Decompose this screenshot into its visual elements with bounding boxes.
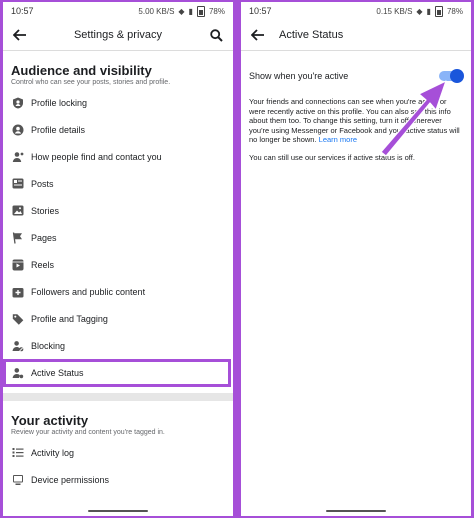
wifi-icon: ◆ [416, 6, 423, 16]
menu-item-label: Blocking [31, 340, 66, 351]
menu-item-profile-tagging[interactable]: Profile and Tagging [3, 305, 233, 332]
battery-icon [196, 5, 205, 17]
active-status-screen: 10:57 0.15 KB/S ◆ ▮ 78% Active Status Sh… [241, 2, 471, 516]
app-bar: Settings & privacy [3, 20, 233, 51]
menu-item-label: Posts [31, 178, 54, 189]
menu-item-profile-locking[interactable]: Profile locking [3, 89, 233, 116]
signal-icon: ▮ [188, 6, 193, 16]
section-title-activity: Your activity [11, 413, 89, 428]
learn-more-link[interactable]: Learn more [319, 135, 357, 144]
active-person-icon [11, 367, 24, 380]
audience-menu: Profile locking Profile details How peop… [3, 89, 233, 387]
activity-menu: Activity log Device permissions [3, 439, 233, 493]
toggle-knob [450, 69, 464, 83]
menu-item-label: Device permissions [31, 474, 110, 485]
menu-item-label: Stories [31, 205, 60, 216]
menu-item-reels[interactable]: Reels [3, 251, 233, 278]
battery-icon [434, 5, 443, 17]
menu-item-label: How people find and contact you [31, 151, 162, 162]
profile-circle-icon [11, 123, 24, 136]
section-subtitle-audience: Control who can see your posts, stories … [11, 79, 171, 86]
search-icon[interactable] [207, 26, 225, 44]
active-status-toggle-row: Show when you're active [241, 67, 471, 85]
menu-item-device-permissions[interactable]: Device permissions [3, 466, 233, 493]
menu-item-posts[interactable]: Posts [3, 170, 233, 197]
menu-item-label: Profile details [31, 124, 86, 135]
section-subtitle-activity: Review your activity and content you're … [11, 429, 165, 436]
menu-item-pages[interactable]: Pages [3, 224, 233, 251]
menu-item-stories[interactable]: Stories [3, 197, 233, 224]
menu-item-active-status[interactable]: Active Status [3, 359, 231, 387]
battery-level: 78% [446, 6, 463, 16]
status-bar: 10:57 5.00 KB/S ◆ ▮ 78% [3, 2, 233, 20]
shield-person-icon [11, 96, 24, 109]
menu-item-followers[interactable]: Followers and public content [3, 278, 233, 305]
page-title: Settings & privacy [73, 29, 163, 41]
menu-item-label: Reels [31, 259, 55, 270]
settings-privacy-screen: 10:57 5.00 KB/S ◆ ▮ 78% Settings & priva… [3, 2, 233, 516]
section-title-audience: Audience and visibility [11, 63, 152, 78]
back-arrow-icon[interactable] [11, 26, 29, 44]
person-add-icon [11, 150, 24, 163]
menu-item-label: Profile locking [31, 97, 88, 108]
toggle-label: Show when you're active [249, 71, 349, 81]
status-time: 10:57 [11, 6, 34, 16]
followers-icon [11, 285, 24, 298]
tag-icon [11, 312, 24, 325]
page-title: Active Status [279, 29, 344, 41]
menu-item-label: Pages [31, 232, 57, 243]
stories-icon [11, 204, 24, 217]
active-status-description: Your friends and connections can see whe… [241, 97, 471, 145]
menu-item-label: Profile and Tagging [31, 313, 108, 324]
list-icon [11, 446, 24, 459]
network-speed: 0.15 KB/S [376, 6, 413, 16]
back-arrow-icon[interactable] [249, 26, 267, 44]
wifi-icon: ◆ [178, 6, 185, 16]
gesture-bar [241, 510, 471, 513]
menu-item-label: Activity log [31, 447, 75, 458]
block-person-icon [11, 339, 24, 352]
menu-item-profile-details[interactable]: Profile details [3, 116, 233, 143]
section-divider [3, 393, 233, 401]
network-speed: 5.00 KB/S [138, 6, 175, 16]
posts-icon [11, 177, 24, 190]
menu-item-label: Active Status [31, 368, 84, 378]
reels-icon [11, 258, 24, 271]
signal-icon: ▮ [426, 6, 431, 16]
menu-item-find-contact[interactable]: How people find and contact you [3, 143, 233, 170]
menu-item-activity-log[interactable]: Activity log [3, 439, 233, 466]
battery-level: 78% [208, 6, 225, 16]
menu-item-blocking[interactable]: Blocking [3, 332, 233, 359]
flag-icon [11, 231, 24, 244]
device-icon [11, 473, 24, 486]
menu-item-label: Followers and public content [31, 286, 146, 297]
status-time: 10:57 [249, 6, 272, 16]
app-bar: Active Status [241, 20, 471, 51]
active-status-note: You can still use our services if active… [249, 152, 415, 162]
status-bar: 10:57 0.15 KB/S ◆ ▮ 78% [241, 2, 471, 20]
gesture-bar [3, 510, 233, 513]
active-status-toggle[interactable] [439, 69, 464, 83]
